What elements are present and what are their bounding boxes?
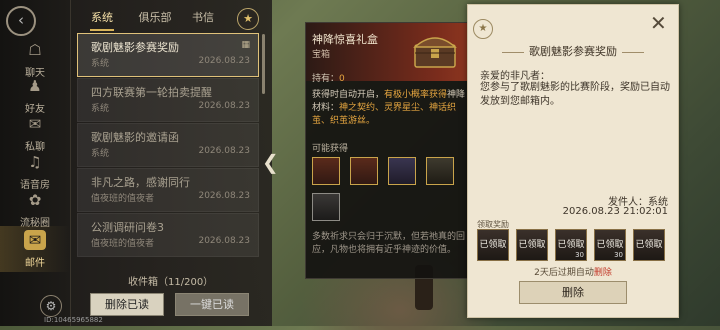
- star-icon[interactable]: ★: [473, 19, 493, 39]
- mail-greeting: 亲爱的非凡者：: [480, 71, 550, 82]
- mail-sender: 系统: [91, 104, 110, 114]
- mail-list-scrollbar[interactable]: [262, 34, 265, 94]
- owned-label: 持有：: [312, 74, 340, 84]
- mail-sender: 系统: [91, 149, 110, 159]
- mail-panel: ‹ ☖ 聊天 ♟ 好友 ✉ 私聊 ♫ 语音房 ✿ 流秘圈 ✉ 邮件 ⚙ ID:1…: [0, 0, 272, 326]
- back-arrow-icon[interactable]: ‹: [6, 6, 36, 36]
- drop-item-contract-icon[interactable]: [312, 157, 340, 185]
- gift-icon: ▦: [241, 40, 250, 50]
- reward-status: 已领取: [479, 240, 507, 250]
- item-lore: 多数祈求只会归于沉默，但若祂真的回应，凡物也将拥有近乎神迹的价值。: [312, 232, 466, 255]
- reward-row: 已领取 已领取 已领取 30 已领取 30 已领取: [477, 229, 677, 261]
- mail-title: 歌剧魅影的邀请函: [91, 131, 179, 144]
- reward-status: 已领取: [557, 240, 585, 250]
- item-description: 获得时自动开启，有极小概率获得神降材料：神之契约、灵界星尘、神话织茧、织茧游丝。: [312, 89, 466, 128]
- item-name: 神降惊喜礼盒: [312, 33, 378, 46]
- mail-date: 2026.08.23: [198, 191, 250, 201]
- desc-prefix: 获得时自动开启，: [312, 90, 385, 100]
- mail-title: 歌剧魅影参赛奖励: [91, 41, 179, 54]
- mail-item[interactable]: 歌剧魅影参赛奖励 ▦ 系统 2026.08.23: [77, 33, 259, 77]
- inbox-count: 收件箱（11/200）: [128, 277, 214, 288]
- treasure-chest-icon: [413, 37, 457, 68]
- mail-detail: ★ ✕ 歌剧魅影参赛奖励 亲爱的非凡者： 您参与了歌剧魅影的比赛阶段，奖励已自动…: [467, 4, 679, 318]
- expire-action: 删除: [593, 268, 612, 278]
- reward-slot[interactable]: 已领取 30: [555, 229, 587, 261]
- mail-item[interactable]: 四方联赛第一轮拍卖提醒 系统 2026.08.23: [77, 78, 259, 122]
- private-chat-icon: ✉: [28, 115, 42, 133]
- owned-value: 0: [339, 74, 345, 84]
- expire-note: 2天后过期自动删除: [468, 265, 678, 278]
- mail-list: 歌剧魅影参赛奖励 ▦ 系统 2026.08.23 四方联赛第一轮拍卖提醒 系统 …: [77, 33, 259, 266]
- circle-icon: ✿: [28, 191, 42, 209]
- item-tooltip: 神降惊喜礼盒 宝箱 持有：0 获得时自动开启，有极小概率获得神降材料：神之契约、…: [305, 22, 471, 279]
- mail-item[interactable]: 非凡之路，感谢同行 值夜班的值夜者 2026.08.23: [77, 168, 259, 212]
- sidebar: ‹ ☖ 聊天 ♟ 好友 ✉ 私聊 ♫ 语音房 ✿ 流秘圈 ✉ 邮件 ⚙: [0, 0, 71, 326]
- chevron-left-icon[interactable]: ❮: [262, 150, 279, 174]
- star-icon[interactable]: ★: [237, 8, 259, 30]
- expire-prefix: 2天后过期自动: [534, 268, 594, 278]
- sidebar-item-label: 邮件: [25, 258, 45, 269]
- reward-slot[interactable]: 已领取 30: [594, 229, 626, 261]
- mail-title: 四方联赛第一轮拍卖提醒: [91, 86, 212, 99]
- drop-item-cocoon-icon[interactable]: [312, 193, 340, 221]
- reward-slot[interactable]: 已领取: [633, 229, 665, 261]
- reward-status: 已领取: [596, 240, 624, 250]
- mail-date: 2026.08.23: [198, 146, 250, 156]
- mark-all-read-button[interactable]: 一键已读: [175, 293, 249, 316]
- mail-date: 2026.08.23: [198, 56, 250, 66]
- desc-highlight: 有极小概率获得: [384, 90, 448, 100]
- mail-date: 2026.08.23: [198, 101, 250, 111]
- voice-room-icon: ♫: [28, 153, 42, 171]
- reward-status: 已领取: [518, 240, 546, 250]
- chat-bubble-icon: ☖: [28, 41, 42, 59]
- reward-count: 30: [575, 251, 584, 259]
- mail-item[interactable]: 公测调研问卷3 值夜班的值夜者 2026.08.23: [77, 213, 259, 257]
- mail-detail-title: 歌剧魅影参赛奖励: [468, 43, 678, 59]
- mail-sender: 系统: [91, 59, 110, 69]
- possible-drops-label: 可能获得: [312, 144, 349, 154]
- mail-date: 2026.08.23: [198, 236, 250, 246]
- mail-sender: 值夜班的值夜者: [91, 239, 155, 249]
- reward-slot[interactable]: 已领取: [477, 229, 509, 261]
- reward-status: 已领取: [635, 240, 663, 250]
- drop-item-potion-icon[interactable]: [350, 157, 378, 185]
- tab-club[interactable]: 俱乐部: [134, 8, 176, 28]
- mail-icon: ✉: [24, 230, 46, 250]
- tab-system[interactable]: 系统: [86, 8, 118, 31]
- sidebar-item-mail[interactable]: ✉ 邮件: [0, 226, 70, 272]
- reward-slot[interactable]: 已领取: [516, 229, 548, 261]
- gear-icon[interactable]: ⚙: [40, 295, 62, 317]
- delete-read-button[interactable]: 删除已读: [90, 293, 164, 316]
- mail-title: 公测调研问卷3: [91, 221, 164, 234]
- friends-icon: ♟: [28, 77, 42, 95]
- item-type: 宝箱: [312, 50, 331, 60]
- user-id: ID:10465965882: [44, 316, 103, 324]
- reward-count: 30: [614, 251, 623, 259]
- delete-mail-button[interactable]: 删除: [519, 281, 627, 304]
- tab-letters[interactable]: 书信: [188, 8, 218, 28]
- mail-title: 非凡之路，感谢同行: [91, 176, 190, 189]
- mail-datetime: 2026.08.23 21:02:01: [562, 206, 668, 217]
- drop-item-chest-icon[interactable]: [426, 157, 454, 185]
- mail-sender: 值夜班的值夜者: [91, 194, 155, 204]
- item-owned: 持有：0: [312, 71, 345, 84]
- close-icon[interactable]: ✕: [650, 13, 667, 33]
- drop-item-stardust-icon[interactable]: [388, 157, 416, 185]
- mail-body: 您参与了歌剧魅影的比赛阶段，奖励已自动发放到您邮箱内。: [480, 82, 670, 107]
- mail-item[interactable]: 歌剧魅影的邀请函 系统 2026.08.23: [77, 123, 259, 167]
